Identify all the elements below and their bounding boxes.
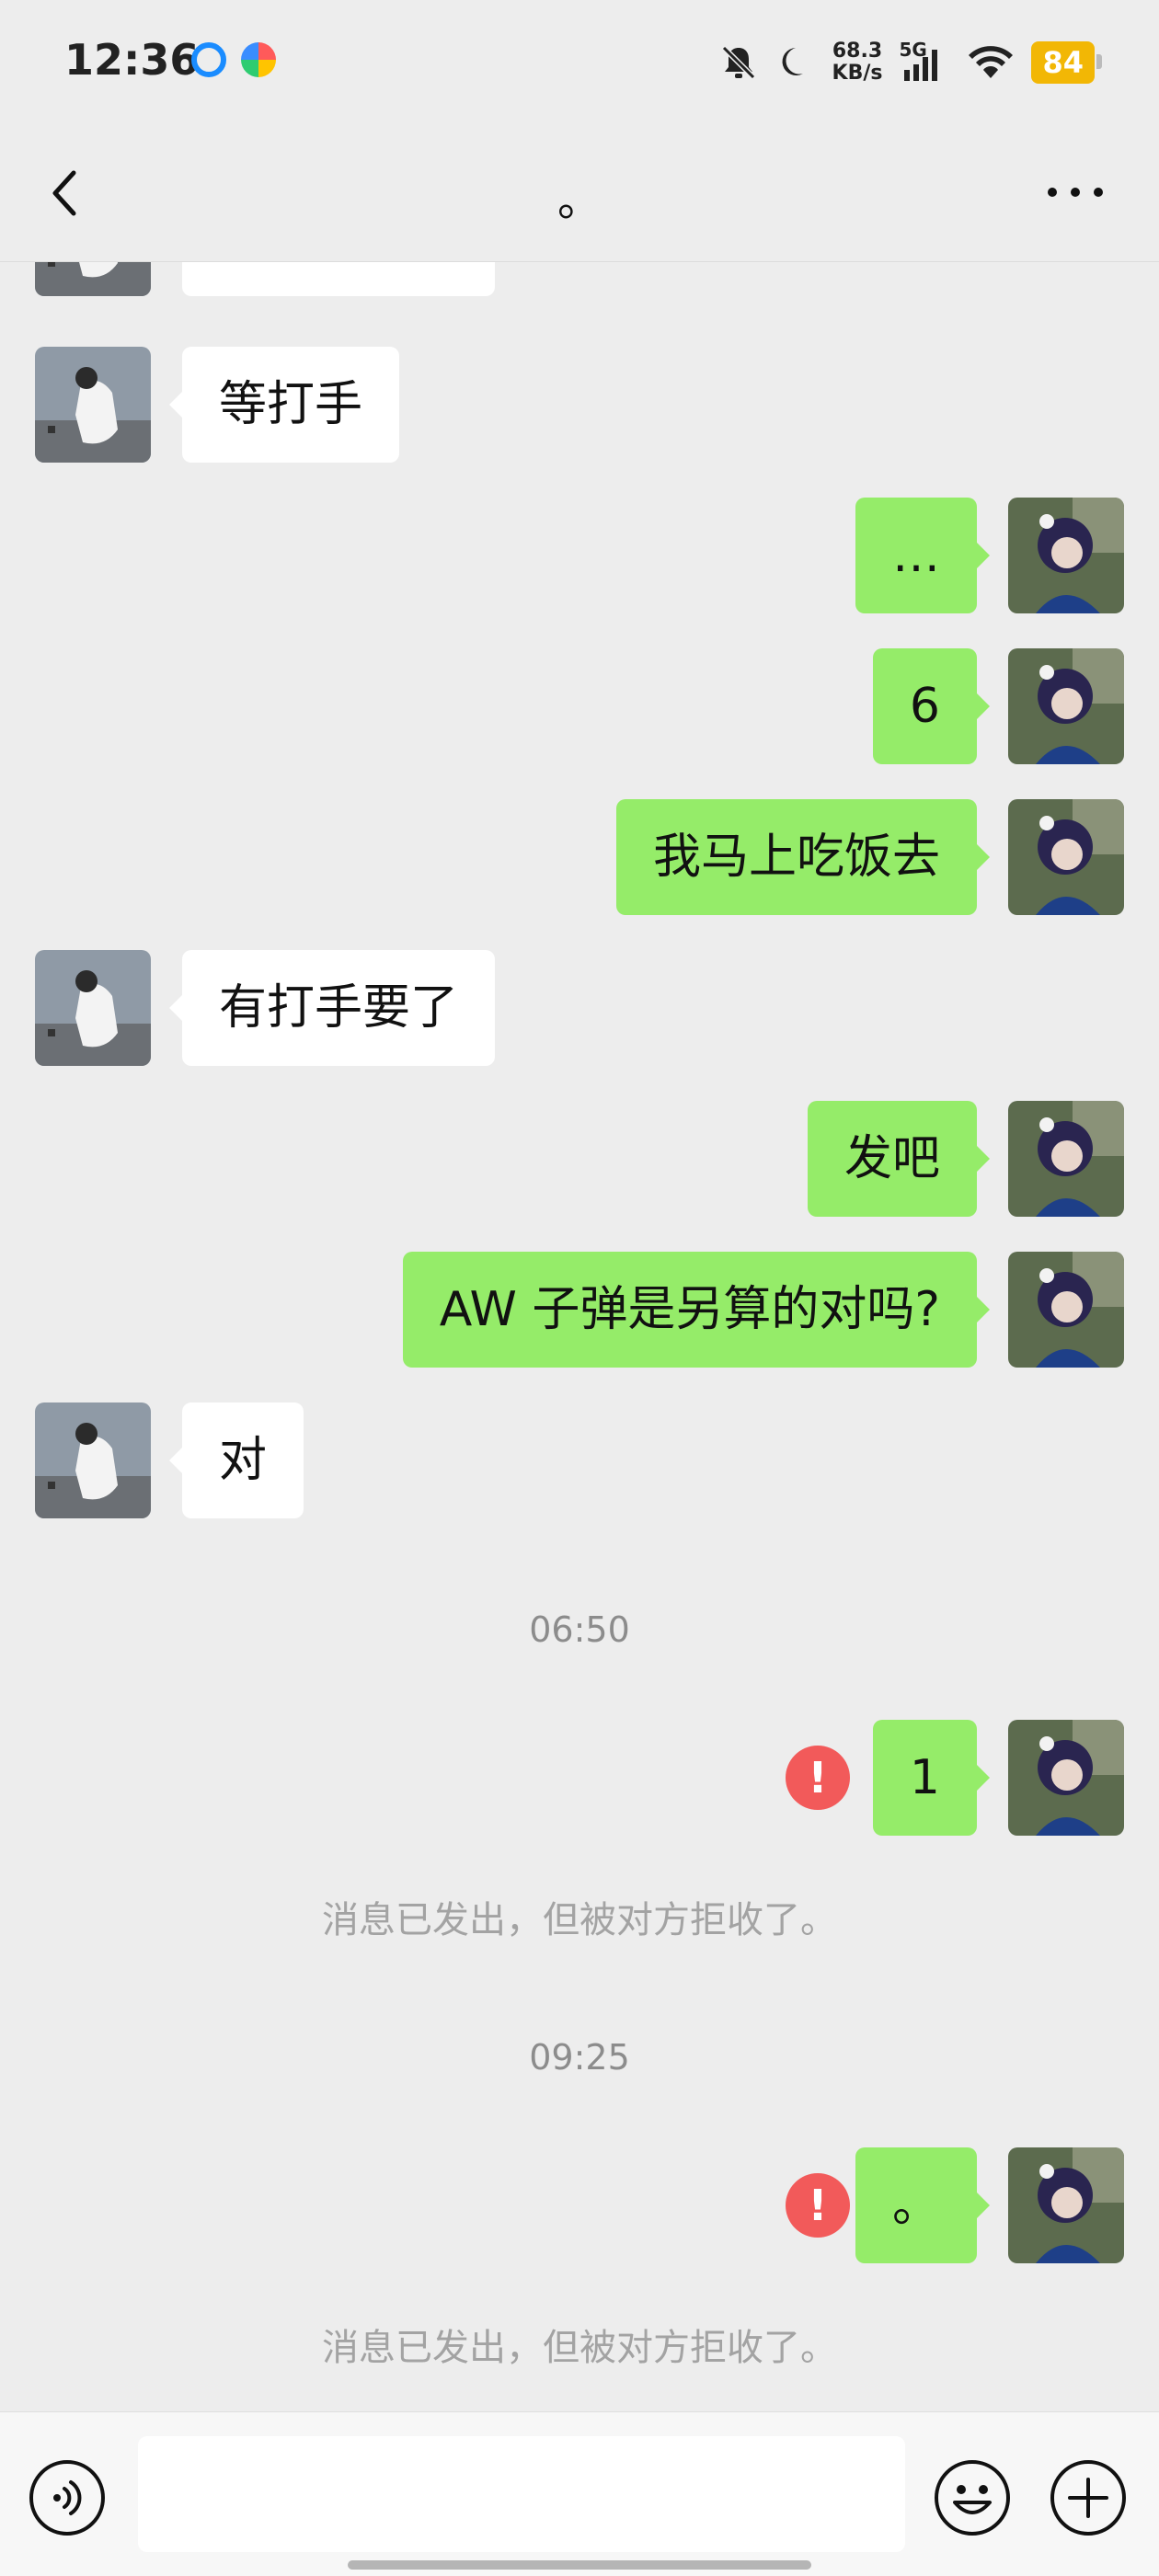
- mute-bell-icon: [721, 45, 755, 80]
- status-time: 12:36: [64, 35, 200, 85]
- message-row-received: 有打手要了: [0, 950, 1159, 1066]
- self-avatar[interactable]: [1008, 1720, 1124, 1836]
- browser-notification-icon: [191, 42, 226, 77]
- home-indicator[interactable]: [348, 2560, 811, 2570]
- system-notice: 消息已发出，但被对方拒收了。: [322, 1899, 837, 1941]
- message-row-sent: AW 子弹是另算的对吗?: [0, 1252, 1159, 1368]
- moon-icon: [782, 48, 803, 75]
- self-avatar[interactable]: [1008, 1101, 1124, 1217]
- battery-level: 84: [1031, 41, 1102, 84]
- message-bubble[interactable]: AW 子弹是另算的对吗?: [402, 1252, 991, 1368]
- plus-icon[interactable]: [1049, 2458, 1128, 2537]
- more-dots-icon[interactable]: [1043, 169, 1107, 215]
- input-bar: [0, 2411, 1159, 2576]
- send-failed-icon[interactable]: !: [786, 1746, 850, 1810]
- message-bubble[interactable]: 。: [855, 2147, 991, 2263]
- self-avatar[interactable]: [1008, 498, 1124, 613]
- message-list[interactable]: 已经推上了 等打手 … 6: [0, 262, 1159, 2411]
- signal-icon: 5G: [899, 39, 950, 83]
- timestamp: 06:50: [529, 1609, 630, 1650]
- contact-avatar[interactable]: [35, 1402, 151, 1518]
- message-bubble[interactable]: 我马上吃饭去: [615, 799, 991, 915]
- wifi-icon: [969, 46, 1014, 78]
- message-row-received: 对: [0, 1402, 1159, 1518]
- message-bubble[interactable]: …: [855, 498, 990, 613]
- message-row-sent: 6: [0, 648, 1159, 764]
- message-bubble[interactable]: 已经推上了: [182, 262, 496, 296]
- status-bar: 12:36 68.3 KB/s 5G 84: [0, 0, 1159, 129]
- self-avatar[interactable]: [1008, 1252, 1124, 1368]
- contact-avatar[interactable]: [35, 262, 151, 296]
- self-avatar[interactable]: [1008, 799, 1124, 915]
- message-bubble[interactable]: 有打手要了: [168, 950, 496, 1066]
- message-row-received: 已经推上了: [0, 262, 1159, 296]
- app-notification-icon: [241, 42, 276, 77]
- contact-avatar[interactable]: [35, 347, 151, 463]
- message-row-sent: ! 1: [0, 1720, 1159, 1836]
- message-bubble[interactable]: 1: [872, 1720, 991, 1836]
- message-bubble[interactable]: 等打手: [168, 347, 400, 463]
- self-avatar[interactable]: [1008, 2147, 1124, 2263]
- status-icons: 68.3 KB/s 5G 84: [718, 37, 1102, 88]
- message-bubble[interactable]: 6: [872, 648, 991, 764]
- message-row-sent: …: [0, 498, 1159, 613]
- net-speed: 68.3 KB/s: [832, 40, 883, 85]
- chat-header: 。: [0, 129, 1159, 262]
- net-speed-unit: KB/s: [832, 62, 883, 85]
- message-row-sent: 我马上吃饭去: [0, 799, 1159, 915]
- timestamp: 09:25: [529, 2037, 630, 2078]
- self-avatar[interactable]: [1008, 648, 1124, 764]
- emoji-icon[interactable]: [933, 2458, 1012, 2537]
- contact-avatar[interactable]: [35, 950, 151, 1066]
- message-row-sent: ! 。: [0, 2147, 1159, 2263]
- system-notice: 消息已发出，但被对方拒收了。: [322, 2327, 837, 2369]
- chat-title: 。: [557, 175, 602, 226]
- message-row-received: 等打手: [0, 347, 1159, 463]
- message-row-sent: 发吧: [0, 1101, 1159, 1217]
- net-speed-value: 68.3: [832, 40, 883, 63]
- send-failed-icon[interactable]: !: [786, 2173, 850, 2238]
- message-input[interactable]: [138, 2436, 905, 2552]
- message-bubble[interactable]: 对: [168, 1402, 304, 1518]
- message-bubble[interactable]: 发吧: [807, 1101, 991, 1217]
- voice-icon[interactable]: [28, 2458, 107, 2537]
